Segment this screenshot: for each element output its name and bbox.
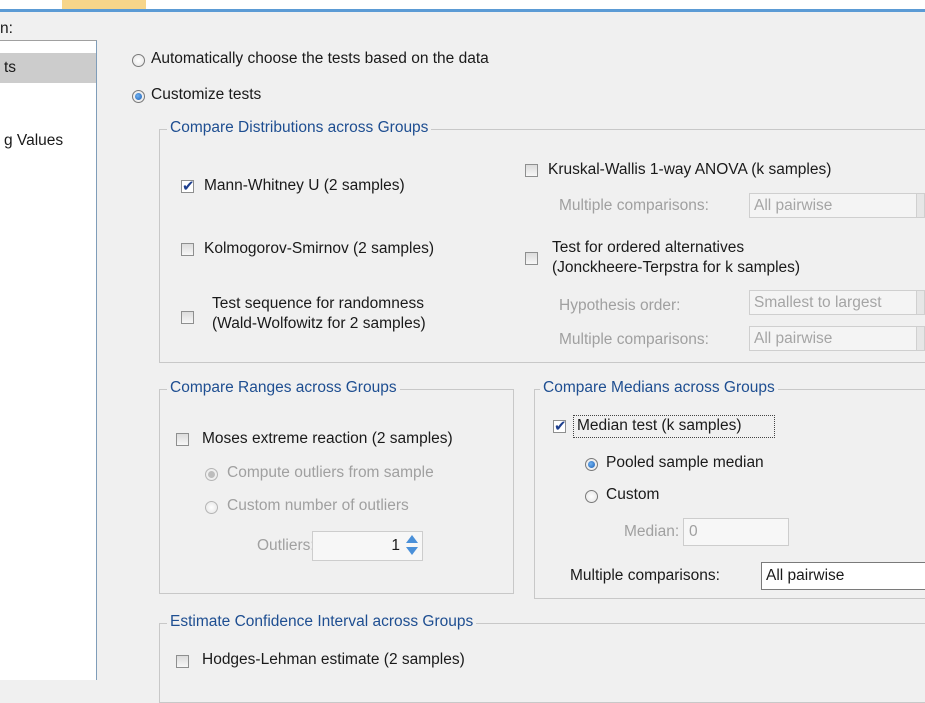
wald-wolfowitz-label-line2[interactable]: (Wald-Wolfowitz for 2 samples): [212, 315, 426, 333]
kolmogorov-smirnov-label[interactable]: Kolmogorov-Smirnov (2 samples): [204, 240, 434, 258]
customize-tests-radio[interactable]: [132, 90, 145, 103]
custom-median-label[interactable]: Custom: [606, 486, 659, 504]
tab-underline: [0, 9, 925, 12]
median-test-label[interactable]: Median test (k samples): [577, 417, 742, 435]
mann-whitney-checkbox[interactable]: [181, 177, 195, 195]
outliers-from-sample-radio[interactable]: [205, 468, 218, 481]
nav-item-blank[interactable]: [0, 93, 96, 123]
custom-outliers-label[interactable]: Custom number of outliers: [227, 497, 409, 515]
auto-choose-radio[interactable]: [132, 54, 145, 67]
median-multiple-comparisons-value: All pairwise: [766, 567, 845, 584]
median-value-input[interactable]: 0: [683, 518, 789, 546]
median-multiple-comparisons-label: Multiple comparisons:: [570, 567, 720, 584]
auto-choose-label[interactable]: Automatically choose the tests based on …: [151, 50, 489, 68]
median-test-checkbox[interactable]: [553, 417, 567, 435]
left-nav-list[interactable]: ts g Values: [0, 40, 97, 680]
kruskal-wallis-checkbox[interactable]: [525, 164, 538, 177]
nav-item-tests[interactable]: ts: [0, 53, 96, 83]
jonckheere-terpstra-checkbox[interactable]: [525, 252, 538, 265]
hypothesis-dropdown-button[interactable]: [916, 291, 924, 314]
wald-wolfowitz-label-line1[interactable]: Test sequence for randomness: [212, 295, 424, 313]
outliers-spinner[interactable]: 1: [312, 531, 423, 561]
kruskal-multiple-comparisons-label: Multiple comparisons:: [559, 197, 709, 214]
spinner-up-icon[interactable]: [406, 535, 418, 543]
kruskal-multiple-comparisons-select[interactable]: All pairwise: [749, 193, 925, 218]
outliers-label: Outliers:: [257, 537, 315, 554]
ordered-multiple-comparisons-label: Multiple comparisons:: [559, 331, 709, 348]
confidence-legend: Estimate Confidence Interval across Grou…: [167, 613, 477, 631]
outliers-from-sample-label[interactable]: Compute outliers from sample: [227, 464, 434, 482]
outliers-value: 1: [391, 537, 400, 554]
median-multiple-comparisons-select[interactable]: All pairwise: [761, 562, 925, 590]
custom-median-radio[interactable]: [585, 490, 598, 503]
nav-item-missing-values[interactable]: g Values: [0, 126, 96, 156]
pooled-median-label[interactable]: Pooled sample median: [606, 454, 764, 472]
kruskal-dropdown-button[interactable]: [916, 194, 924, 217]
ordered-multiple-comparisons-select[interactable]: All pairwise: [749, 326, 925, 351]
hypothesis-order-label: Hypothesis order:: [559, 297, 681, 314]
distributions-legend: Compare Distributions across Groups: [167, 119, 432, 137]
kolmogorov-smirnov-checkbox[interactable]: [181, 243, 194, 256]
ordered-dropdown-button[interactable]: [916, 327, 924, 350]
hypothesis-order-select[interactable]: Smallest to largest: [749, 290, 925, 315]
spinner-down-icon[interactable]: [406, 547, 418, 555]
custom-outliers-radio[interactable]: [205, 501, 218, 514]
mann-whitney-label[interactable]: Mann-Whitney U (2 samples): [204, 177, 405, 195]
median-value-label: Median:: [624, 523, 680, 540]
kruskal-multiple-comparisons-value: All pairwise: [754, 197, 833, 214]
hypothesis-order-value: Smallest to largest: [754, 294, 882, 311]
kruskal-wallis-label[interactable]: Kruskal-Wallis 1-way ANOVA (k samples): [548, 161, 831, 179]
moses-checkbox[interactable]: [176, 433, 189, 446]
hodges-lehman-label[interactable]: Hodges-Lehman estimate (2 samples): [202, 651, 465, 669]
left-nav-heading: n:: [0, 20, 13, 37]
ordered-multiple-comparisons-value: All pairwise: [754, 330, 833, 347]
ranges-group: [159, 389, 514, 594]
moses-label[interactable]: Moses extreme reaction (2 samples): [202, 430, 453, 448]
pooled-median-radio[interactable]: [585, 458, 598, 471]
customize-tests-label[interactable]: Customize tests: [151, 86, 261, 104]
wald-wolfowitz-checkbox[interactable]: [181, 311, 194, 324]
jonckheere-label-line2[interactable]: (Jonckheere-Terpstra for k samples): [552, 259, 800, 277]
hodges-lehman-checkbox[interactable]: [176, 655, 189, 668]
spinner-arrows-icon[interactable]: [404, 535, 420, 557]
ranges-legend: Compare Ranges across Groups: [167, 379, 400, 397]
jonckheere-label-line1[interactable]: Test for ordered alternatives: [552, 239, 744, 257]
medians-legend: Compare Medians across Groups: [540, 379, 778, 397]
